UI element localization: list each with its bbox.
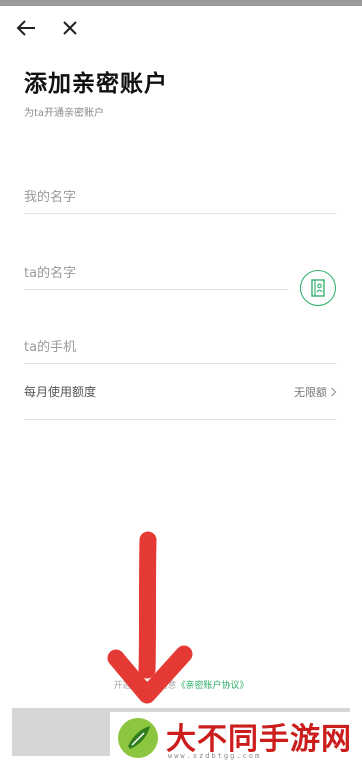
chevron-right-icon	[331, 387, 337, 397]
watermark: 大不同手游网 www.szdbtgg.com	[110, 712, 360, 768]
monthly-limit-value-group: 无限额	[294, 384, 337, 400]
ta-name-field	[24, 250, 289, 290]
my-name-input[interactable]	[24, 190, 337, 205]
contact-book-icon	[311, 279, 325, 297]
monthly-limit-row[interactable]: 每月使用额度 无限额	[24, 374, 337, 420]
top-bar	[0, 6, 362, 48]
ta-phone-input[interactable]	[24, 340, 337, 355]
monthly-limit-label: 每月使用额度	[24, 385, 97, 399]
my-name-field	[24, 174, 337, 214]
arrow-left-icon	[16, 20, 35, 36]
ta-name-input[interactable]	[24, 266, 289, 281]
close-button[interactable]	[54, 12, 86, 44]
watermark-logo-icon	[118, 718, 158, 758]
ta-phone-field	[24, 324, 337, 364]
watermark-url: www.szdbtgg.com	[168, 752, 262, 760]
page-subtitle: 为ta开通亲密账户	[24, 108, 105, 119]
close-icon	[63, 21, 77, 35]
contact-picker-button[interactable]	[300, 270, 336, 306]
monthly-limit-value: 无限额	[294, 386, 327, 399]
page-title: 添加亲密账户	[24, 71, 168, 97]
annotation-arrow-icon	[107, 531, 193, 704]
back-button[interactable]	[10, 12, 42, 44]
